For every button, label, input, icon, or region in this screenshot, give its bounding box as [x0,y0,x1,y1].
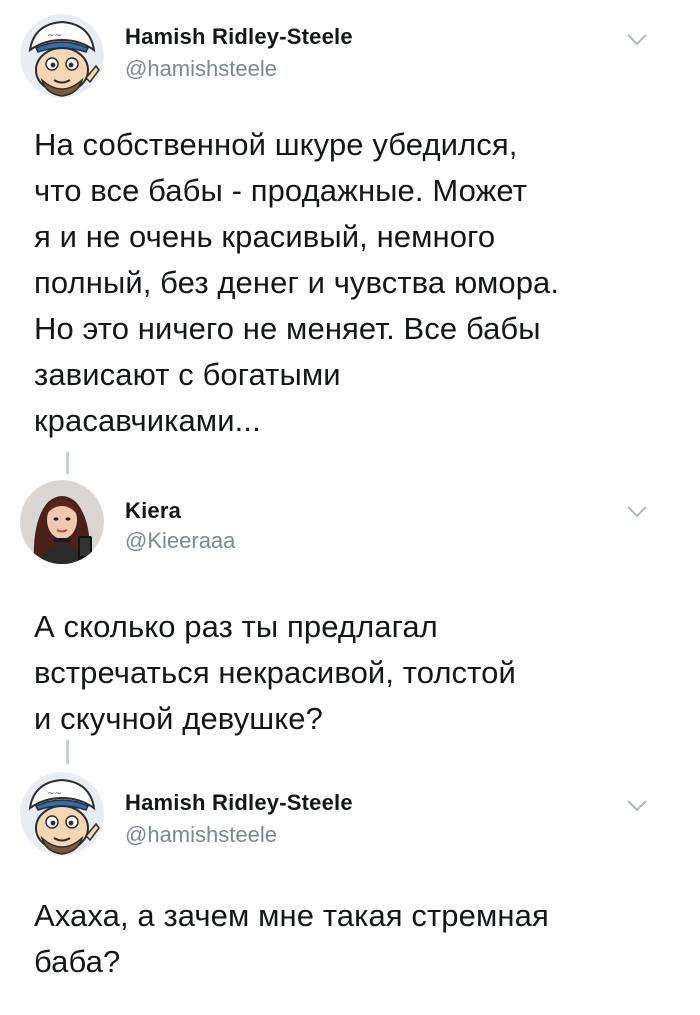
svg-text:~~: ~~ [47,789,62,799]
tweet-text: На собственной шкуре убедился, что все б… [34,127,560,438]
tweet-text: Ахаха, а зачем мне такая стремная баба? [34,898,549,979]
cartoon-man-avatar-icon[interactable]: ~~ [20,772,104,856]
thread-connector [66,740,69,764]
author-handle[interactable]: @Kieeraaa [125,528,235,554]
author-handle[interactable]: @hamishsteele [125,822,277,848]
cartoon-man-avatar-icon[interactable]: ~~ [20,14,104,98]
chevron-down-icon[interactable] [626,799,648,813]
thread-connector [66,452,69,474]
author-handle[interactable]: @hamishsteele [125,56,277,82]
chevron-down-icon[interactable] [626,33,648,47]
chevron-down-icon[interactable] [626,505,648,519]
author-name[interactable]: Hamish Ridley-Steele [125,24,353,50]
tweet-thread: ~~ Hamish Ridley-Steele @hamishsteele На… [0,0,700,1015]
tweet-text: А сколько раз ты предлагал встречаться н… [34,609,516,736]
author-name[interactable]: Hamish Ridley-Steele [125,790,353,816]
author-name[interactable]: Kiera [125,498,181,524]
svg-text:~~: ~~ [47,31,62,41]
woman-selfie-avatar-icon[interactable] [20,480,104,564]
